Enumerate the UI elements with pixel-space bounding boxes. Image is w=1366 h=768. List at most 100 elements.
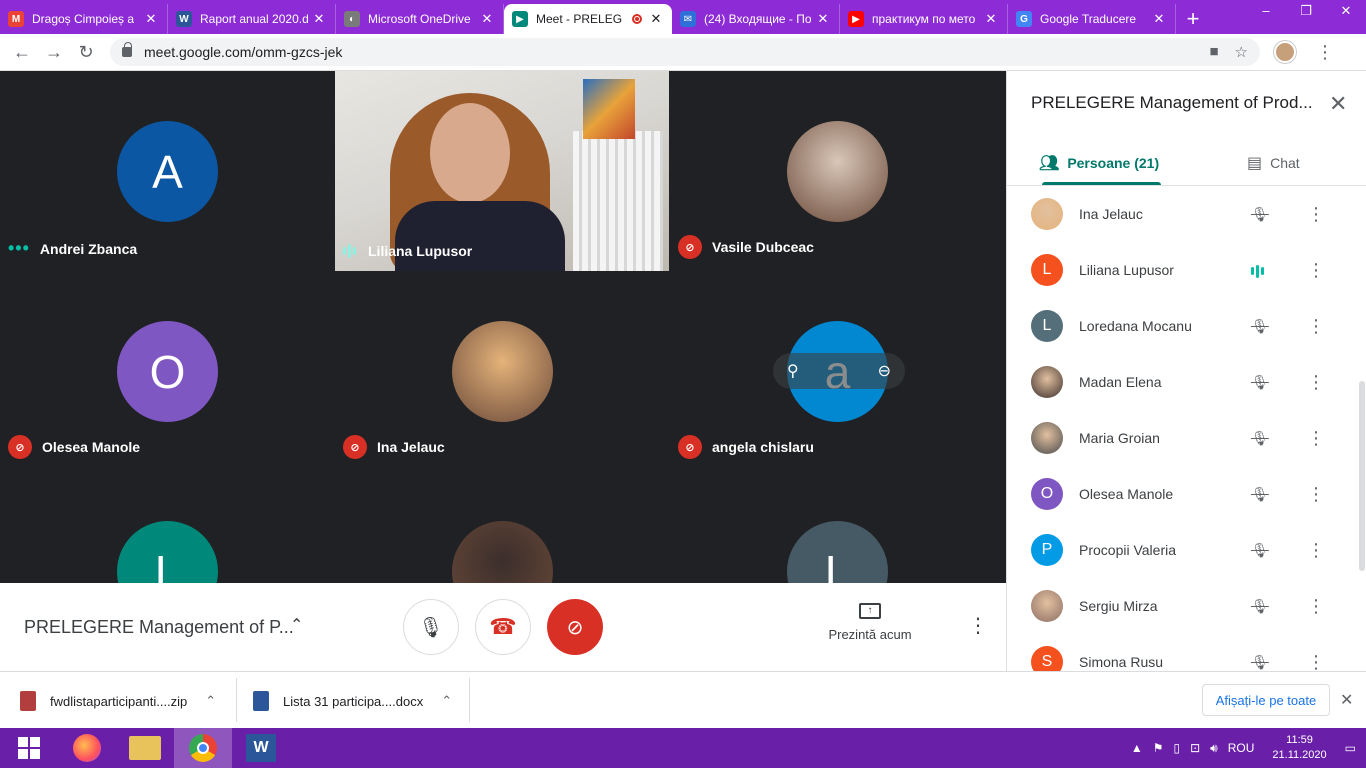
url-text: meet.google.com/omm-gzcs-jek xyxy=(144,44,343,60)
participant-row[interactable]: Sergiu Mirza 🎙︎ ⋮ xyxy=(1007,578,1352,634)
participant-tile[interactable]: A ••• Andrei Zbanca xyxy=(0,71,335,271)
meeting-title[interactable]: PRELEGERE Management of P... xyxy=(24,617,294,638)
chevron-up-icon[interactable]: ⌃ xyxy=(290,615,303,635)
browser-menu-icon[interactable]: ⋮ xyxy=(1316,42,1334,63)
camera-toggle-button[interactable]: ⊘ xyxy=(547,599,603,655)
close-tab-icon[interactable]: ✕ xyxy=(143,11,159,27)
browser-tab[interactable]: W Raport anual 2020.d ✕ xyxy=(168,4,336,34)
participant-tile[interactable]: L xyxy=(0,471,335,583)
battery-icon[interactable]: ▯ xyxy=(1174,741,1181,755)
windows-taskbar: W ▲ ⚑ ▯ ⊡ 🔊︎ ROU 11:59 21.11.2020 ▭ xyxy=(0,728,1366,768)
participant-tile[interactable]: ⊘ Vasile Dubceac xyxy=(670,71,1005,271)
participant-row[interactable]: L Loredana Mocanu 🎙︎ ⋮ xyxy=(1007,298,1352,354)
participant-row[interactable]: Ina Jelauc 🎙︎ ⋮ xyxy=(1007,186,1352,242)
tab-title: Meet - PRELEG xyxy=(536,12,623,26)
present-now-button[interactable]: ↑ Prezintă acum xyxy=(820,603,920,642)
start-button[interactable] xyxy=(0,728,58,768)
show-all-downloads-button[interactable]: Afișați-le pe toate xyxy=(1202,684,1330,716)
profile-avatar[interactable] xyxy=(1274,41,1296,63)
file-explorer-button[interactable] xyxy=(116,728,174,768)
participant-row[interactable]: Madan Elena 🎙︎ ⋮ xyxy=(1007,354,1352,410)
participant-tile[interactable]: O ⊘ Olesea Manole xyxy=(0,271,335,471)
more-options-icon[interactable]: ⋮ xyxy=(968,613,988,638)
onedrive-icon: ◐ xyxy=(344,11,360,27)
tray-expand-icon[interactable]: ▲ xyxy=(1131,741,1143,755)
participant-tile[interactable]: ⊘ Ina Jelauc xyxy=(335,271,670,471)
language-indicator[interactable]: ROU xyxy=(1228,741,1255,755)
more-options-icon[interactable]: ⋮ xyxy=(1307,204,1325,225)
microphone-button[interactable]: 🎙︎ xyxy=(403,599,459,655)
participant-tile[interactable]: L xyxy=(670,471,1005,583)
download-item[interactable]: Lista 31 participa....docx ⌃ xyxy=(253,686,452,716)
participant-row[interactable]: O Olesea Manole 🎙︎ ⋮ xyxy=(1007,466,1352,522)
more-options-icon[interactable]: ⋮ xyxy=(1307,428,1325,449)
camera-icon[interactable]: ■ xyxy=(1209,43,1218,61)
browser-tab[interactable]: ✉ (24) Входящие - По ✕ xyxy=(672,4,840,34)
more-options-icon[interactable]: ⋮ xyxy=(1307,596,1325,617)
participant-tile[interactable] xyxy=(335,471,670,583)
url-field[interactable]: meet.google.com/omm-gzcs-jek ■ ☆ xyxy=(110,38,1260,66)
close-tab-icon[interactable]: ✕ xyxy=(815,11,831,27)
browser-tab[interactable]: M Dragoș Cimpoieș a ✕ xyxy=(0,4,168,34)
chevron-up-icon[interactable]: ⌃ xyxy=(205,693,216,709)
remove-icon[interactable]: ⊖ xyxy=(878,361,891,381)
pin-icon[interactable]: ⚲ xyxy=(787,361,799,381)
browser-tab[interactable]: ▶ практикум по мето ✕ xyxy=(840,4,1008,34)
word-button[interactable]: W xyxy=(232,728,290,768)
clock[interactable]: 11:59 21.11.2020 xyxy=(1272,733,1326,763)
more-options-icon[interactable]: ⋮ xyxy=(1307,372,1325,393)
forward-icon[interactable]: → xyxy=(38,42,70,63)
close-panel-icon[interactable]: ✕ xyxy=(1329,91,1347,117)
restore-icon[interactable]: ❐ xyxy=(1286,0,1326,24)
close-tab-icon[interactable]: ✕ xyxy=(648,11,664,27)
participant-row[interactable]: S Simona Rusu 🎙︎ ⋮ xyxy=(1007,634,1352,671)
close-window-icon[interactable]: ✕ xyxy=(1326,0,1366,24)
participant-name: Ina Jelauc xyxy=(377,439,445,455)
close-tab-icon[interactable]: ✕ xyxy=(1151,11,1167,27)
more-options-icon[interactable]: ⋮ xyxy=(1307,652,1325,672)
notification-flag-icon[interactable]: ⚑ xyxy=(1153,741,1164,755)
browser-tab[interactable]: ▶ Meet - PRELEG ✕ xyxy=(504,4,672,34)
participant-label: Liliana Lupusor xyxy=(343,243,472,259)
close-tab-icon[interactable]: ✕ xyxy=(983,11,999,27)
tab-chat[interactable]: ▤ Chat xyxy=(1247,143,1300,183)
leave-call-button[interactable]: ☎︎ xyxy=(475,599,531,655)
address-bar: ← → ↻ meet.google.com/omm-gzcs-jek ■ ☆ ⋮ xyxy=(0,34,1366,71)
close-tab-icon[interactable]: ✕ xyxy=(311,11,327,27)
notifications-icon[interactable]: ▭ xyxy=(1345,741,1356,755)
participant-avatar: S xyxy=(1031,646,1063,671)
new-tab-icon[interactable]: + xyxy=(1176,4,1210,34)
star-icon[interactable]: ☆ xyxy=(1235,43,1248,61)
tab-people[interactable]: 👥︎ Persoane (21) xyxy=(1039,143,1162,185)
tab-title: (24) Входящие - По xyxy=(704,12,812,26)
more-options-icon[interactable]: ⋮ xyxy=(1307,540,1325,561)
download-item[interactable]: fwdlistaparticipanti....zip ⌃ xyxy=(20,686,216,716)
firefox-button[interactable] xyxy=(58,728,116,768)
network-icon[interactable]: ⊡ xyxy=(1190,741,1200,755)
volume-icon[interactable]: 🔊︎ xyxy=(1210,741,1218,756)
more-options-icon[interactable]: ⋮ xyxy=(1307,260,1325,281)
chrome-button[interactable] xyxy=(174,728,232,768)
reload-icon[interactable]: ↻ xyxy=(70,42,102,63)
mic-off-icon: 🎙︎ xyxy=(1251,541,1269,558)
more-options-icon[interactable]: ⋮ xyxy=(1307,316,1325,337)
meet-controls-bar: PRELEGERE Management of P... ⌃ 🎙︎ ☎︎ ⊘ ↑… xyxy=(0,583,1006,671)
participant-row[interactable]: Maria Groian 🎙︎ ⋮ xyxy=(1007,410,1352,466)
browser-tab[interactable]: G Google Traducere ✕ xyxy=(1008,4,1176,34)
participant-name: Andrei Zbanca xyxy=(39,240,138,257)
youtube-icon: ▶ xyxy=(848,11,864,27)
chevron-up-icon[interactable]: ⌃ xyxy=(441,693,452,709)
panel-scrollbar[interactable] xyxy=(1359,381,1365,571)
back-icon[interactable]: ← xyxy=(6,42,38,63)
browser-tab[interactable]: ◐ Microsoft OneDrive ✕ xyxy=(336,4,504,34)
participant-tile[interactable]: Liliana Lupusor xyxy=(335,71,670,271)
close-tab-icon[interactable]: ✕ xyxy=(479,11,495,27)
close-shelf-icon[interactable]: ✕ xyxy=(1340,690,1353,710)
more-options-icon[interactable]: ⋮ xyxy=(1307,484,1325,505)
window-controls: – ❐ ✕ xyxy=(1246,0,1366,24)
meet-icon: ▶ xyxy=(512,11,528,27)
phone-hangup-icon: ☎︎ xyxy=(489,614,517,639)
participant-row[interactable]: P Procopii Valeria 🎙︎ ⋮ xyxy=(1007,522,1352,578)
minimize-icon[interactable]: – xyxy=(1246,0,1286,24)
participant-row[interactable]: L Liliana Lupusor ⋮ xyxy=(1007,242,1352,298)
